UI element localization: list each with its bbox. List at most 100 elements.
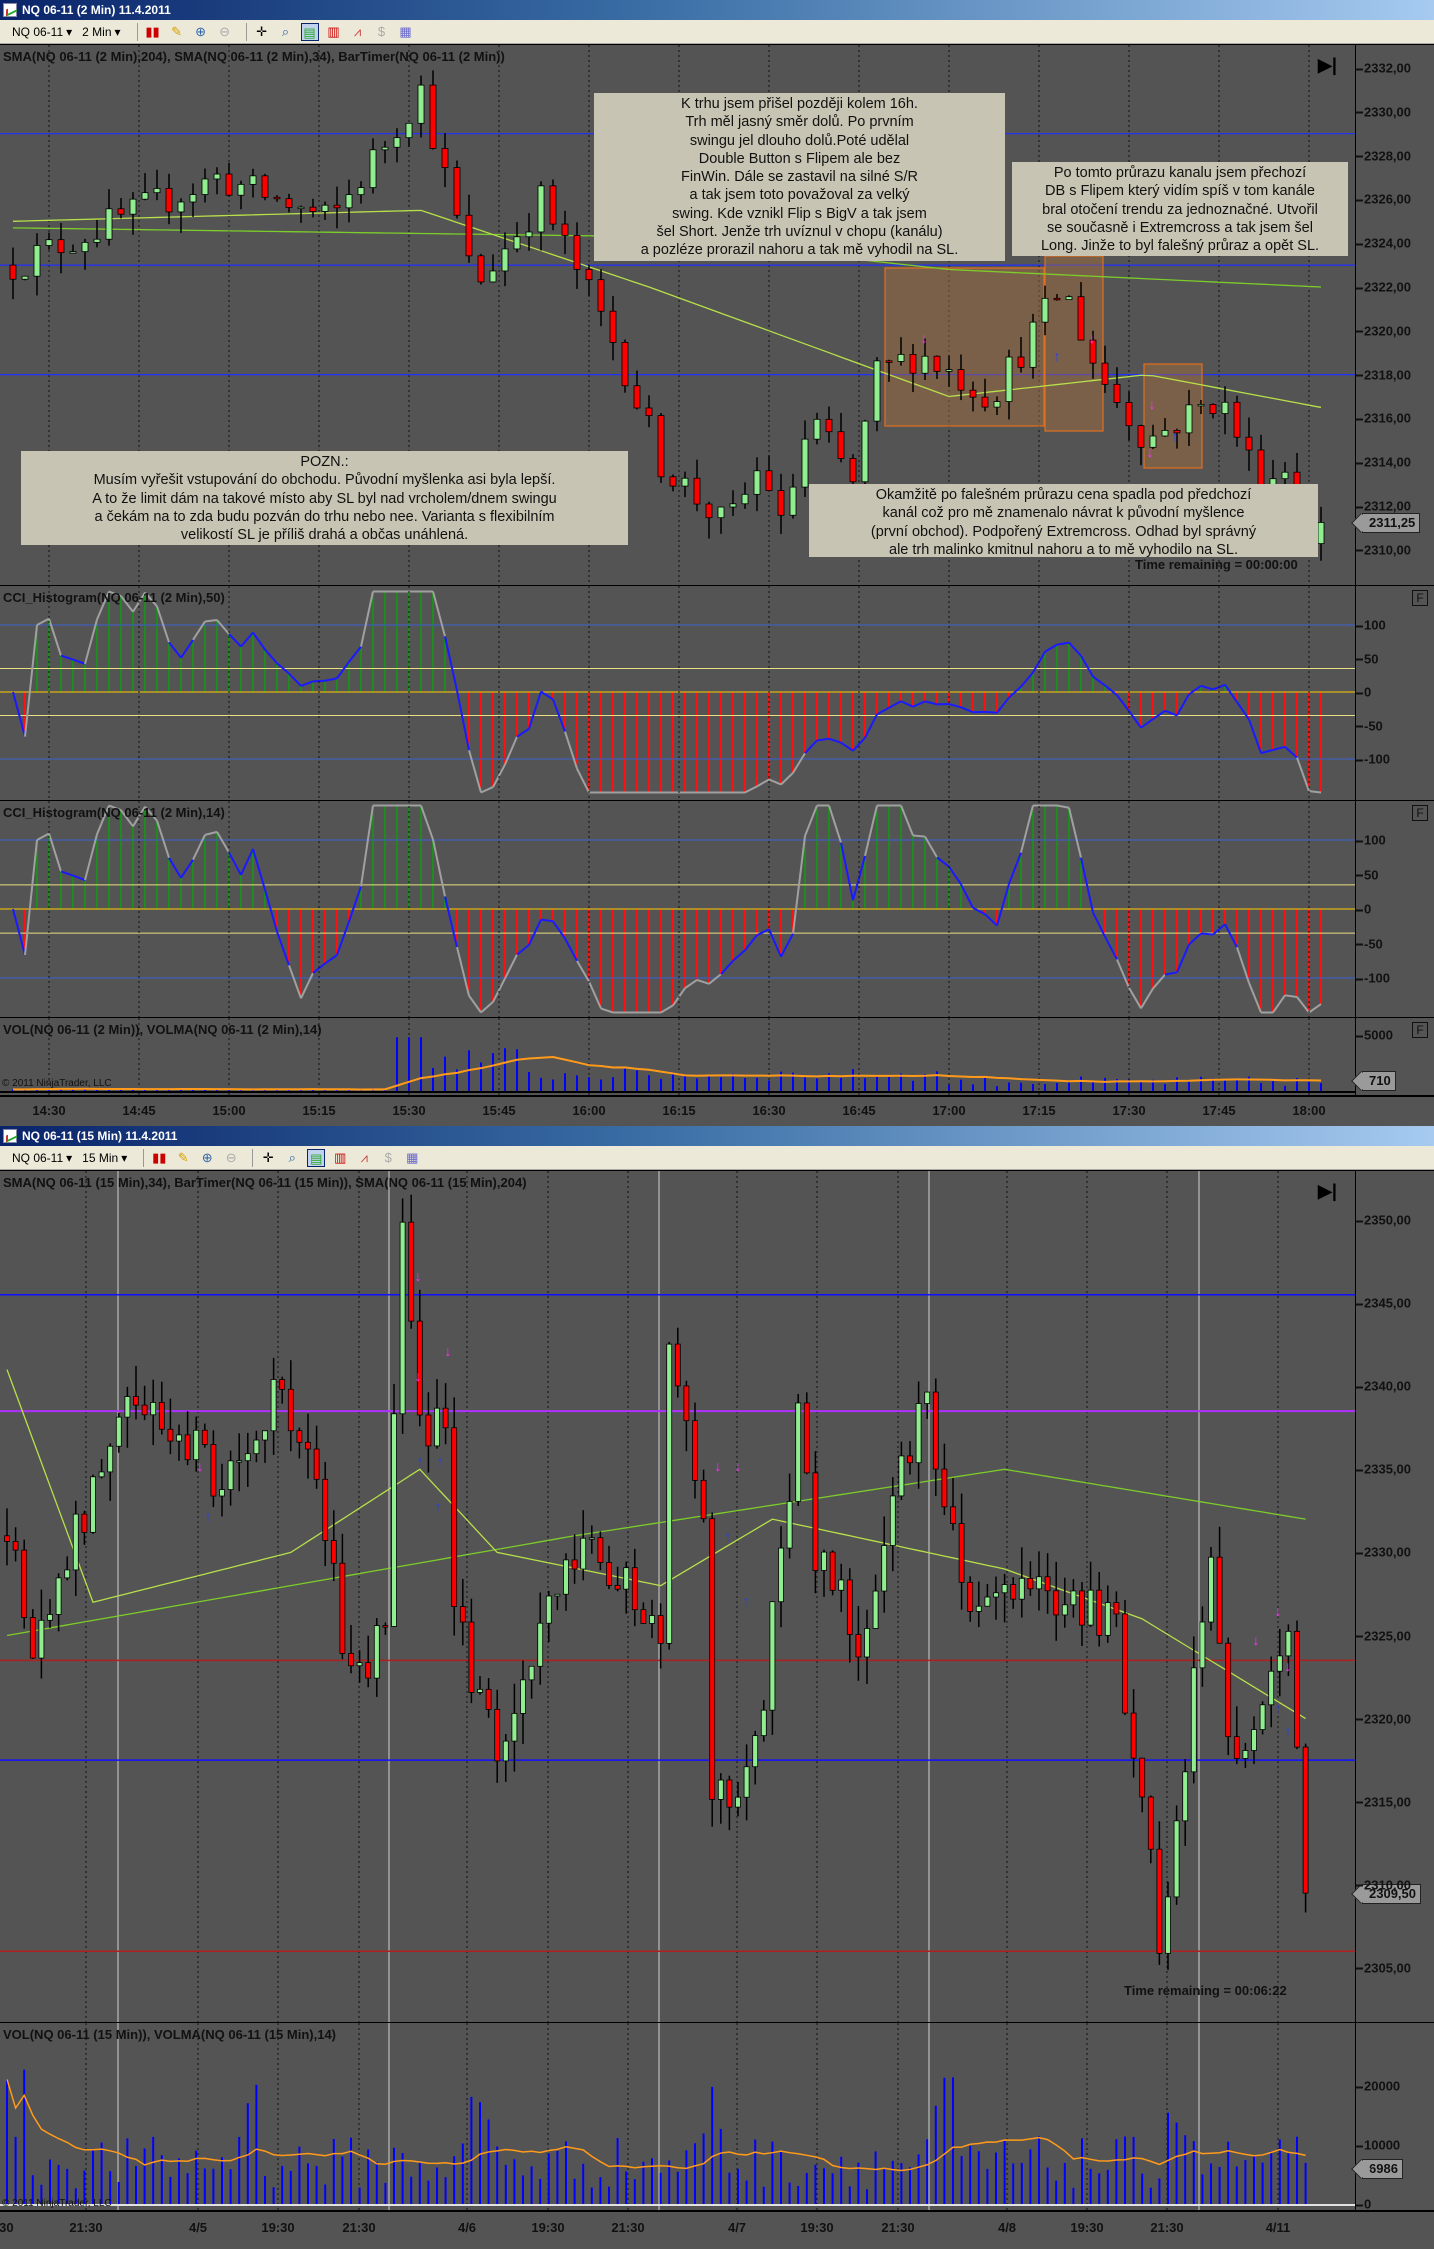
instrument-selector[interactable]: NQ 06-11 ▾ (12, 25, 72, 39)
bars-icon[interactable]: ▥ (325, 23, 343, 41)
volume-panel[interactable]: VOL(NQ 06-11 (15 Min)), VOLMA(NQ 06-11 (… (0, 2022, 1434, 2212)
candle-body (1197, 404, 1205, 407)
pencil-draw-icon[interactable]: ✎ (174, 1149, 192, 1167)
window-title-bar[interactable]: NQ 06-11 (2 Min) 11.4.2011 (0, 0, 1434, 20)
candle-body (957, 369, 965, 391)
plot-area[interactable]: ↓↓↓↑ ↑↑↓↑↓ ↓↑↑↓↓↓↑↑ (0, 1171, 1355, 2023)
strategy-icon[interactable]: $ (373, 23, 391, 41)
candle-body (1276, 1655, 1283, 1672)
volume-axis[interactable] (1355, 2023, 1434, 2210)
data-box-icon[interactable]: ⌕ (277, 23, 295, 41)
candlestick (465, 194, 473, 263)
data-box-icon[interactable]: ⌕ (283, 1149, 301, 1167)
candle-body (477, 1688, 483, 1693)
arrow-down-icon: ↓ (1089, 330, 1096, 346)
crosshair-icon[interactable]: ✛ (253, 23, 271, 41)
zoom-in-icon[interactable]: ⊕ (192, 23, 210, 41)
axis-tick-label: 2312,00 (1356, 499, 1411, 514)
cci-line-segment (984, 913, 998, 927)
cci-line-segment (360, 591, 374, 647)
candle-body (1010, 1584, 1017, 1600)
candlestick (709, 1512, 716, 1827)
cci-line-segment (192, 620, 206, 641)
candle-body (429, 84, 437, 149)
chart-style-icon[interactable]: ▮▮ (150, 1149, 168, 1167)
arrow-down-icon: ↓ (197, 1458, 204, 1474)
cci-line-segment (792, 752, 806, 774)
candle-body (477, 255, 485, 283)
indicators-icon[interactable]: ⩘ (355, 1149, 373, 1167)
strategy-icon[interactable]: $ (379, 1149, 397, 1167)
instrument-selector[interactable]: NQ 06-11 ▾ (12, 1151, 72, 1165)
chart-app-icon (3, 3, 17, 17)
plot-area[interactable] (0, 2023, 1355, 2211)
candlestick (545, 1591, 552, 1643)
cci-line-segment (456, 690, 470, 751)
price-panel[interactable]: ↓ ↓ ↓ ↑ ↑ ↑ ↓ ↑ ↓ ↓ ↑ ↑ ↓ ↓ ↓ ↑ ↑ SMA(NQ 06-11 (15 Min),… (0, 1170, 1434, 2023)
zoom-out-icon[interactable]: ⊖ (222, 1149, 240, 1167)
last-price-tag: 2311,25 (1362, 513, 1421, 533)
scroll-to-end-icon[interactable]: ▶| (1318, 55, 1337, 76)
cci-line-segment (516, 727, 530, 738)
candle-body (382, 1625, 389, 1628)
axis-tick-label: 2320,00 (1356, 323, 1411, 338)
candle-body (502, 1740, 509, 1762)
time-axis-label: 4/5 (188, 2220, 208, 2235)
trade-zone-rectangle[interactable] (884, 267, 1045, 427)
sma204-line (6, 1468, 1306, 1637)
candle-body (621, 342, 629, 387)
order-panel-icon[interactable]: ▤ (300, 22, 319, 41)
cci-line-segment (876, 706, 890, 716)
cci14-panel[interactable]: CCI_Histogram(NQ 06-11 (2 Min),14) F 100… (0, 800, 1434, 1018)
candle-body (219, 1489, 225, 1497)
plot-area[interactable] (0, 586, 1355, 801)
cci50-panel[interactable]: CCI_Histogram(NQ 06-11 (2 Min),50) F 100… (0, 585, 1434, 801)
panel-flag[interactable]: F (1412, 1022, 1428, 1038)
candlestick (1010, 1577, 1017, 1609)
candlestick (1130, 1689, 1137, 1778)
cci-line-segment (864, 805, 878, 857)
candlestick (1113, 1591, 1120, 1628)
candlestick (795, 1393, 802, 1507)
bars-icon[interactable]: ▥ (331, 1149, 349, 1167)
volume-panel[interactable]: VOL(NQ 06-11 (2 Min)), VOLMA(NQ 06-11 (2… (0, 1017, 1434, 1096)
window-title-bar[interactable]: NQ 06-11 (15 Min) 11.4.2011 (0, 1126, 1434, 1146)
candle-body (958, 1523, 965, 1583)
properties-icon[interactable]: ▦ (403, 1149, 421, 1167)
candle-body (889, 1495, 896, 1546)
panel-title: CCI_Histogram(NQ 06-11 (2 Min),50) (3, 590, 225, 605)
candle-body (434, 1407, 440, 1447)
pencil-draw-icon[interactable]: ✎ (168, 23, 186, 41)
candle-body (692, 1420, 698, 1481)
properties-icon[interactable]: ▦ (397, 23, 415, 41)
crosshair-icon[interactable]: ✛ (259, 1149, 277, 1167)
cci-line-segment (744, 785, 758, 794)
cci-line-segment (804, 805, 818, 837)
time-axis[interactable]: 19:30 21:30 4/5 19:30 21:30 4/6 19:30 21:30 4/7 1… (0, 2210, 1434, 2249)
time-axis-label: 21:30 (881, 2220, 915, 2235)
indicators-icon[interactable]: ⩘ (349, 23, 367, 41)
candle-body (967, 1581, 974, 1612)
time-axis[interactable]: 14:30 14:45 15:00 15:15 15:30 15:45 16:00 16:15… (0, 1095, 1434, 1126)
axis-tick-label: 2310,00 (1356, 542, 1411, 557)
candlestick (881, 1516, 888, 1613)
zoom-in-icon[interactable]: ⊕ (198, 1149, 216, 1167)
candlestick (753, 457, 761, 512)
price-panel[interactable]: ↓ ↓ ↓ ↑ ↑ ↓ SMA(NQ 06-11 (2 Min),204), SMA(NQ… (0, 44, 1434, 586)
zoom-out-icon[interactable]: ⊖ (216, 23, 234, 41)
interval-selector[interactable]: 15 Min ▾ (82, 1151, 127, 1165)
cci-line-segment (36, 832, 50, 841)
candle-body (907, 1455, 913, 1464)
candlestick (105, 189, 113, 246)
candle-body (709, 1518, 716, 1800)
plot-area[interactable] (0, 801, 1355, 1018)
candlestick (287, 1360, 294, 1452)
candle-body (33, 245, 41, 277)
interval-selector[interactable]: 2 Min ▾ (82, 25, 120, 39)
candlestick (1225, 1637, 1232, 1756)
panel-flag[interactable]: F (1412, 805, 1428, 821)
chart-style-icon[interactable]: ▮▮ (144, 23, 162, 41)
scroll-to-end-icon[interactable]: ▶| (1318, 1181, 1337, 1202)
panel-flag[interactable]: F (1412, 590, 1428, 606)
order-panel-icon[interactable]: ▤ (307, 1148, 326, 1167)
